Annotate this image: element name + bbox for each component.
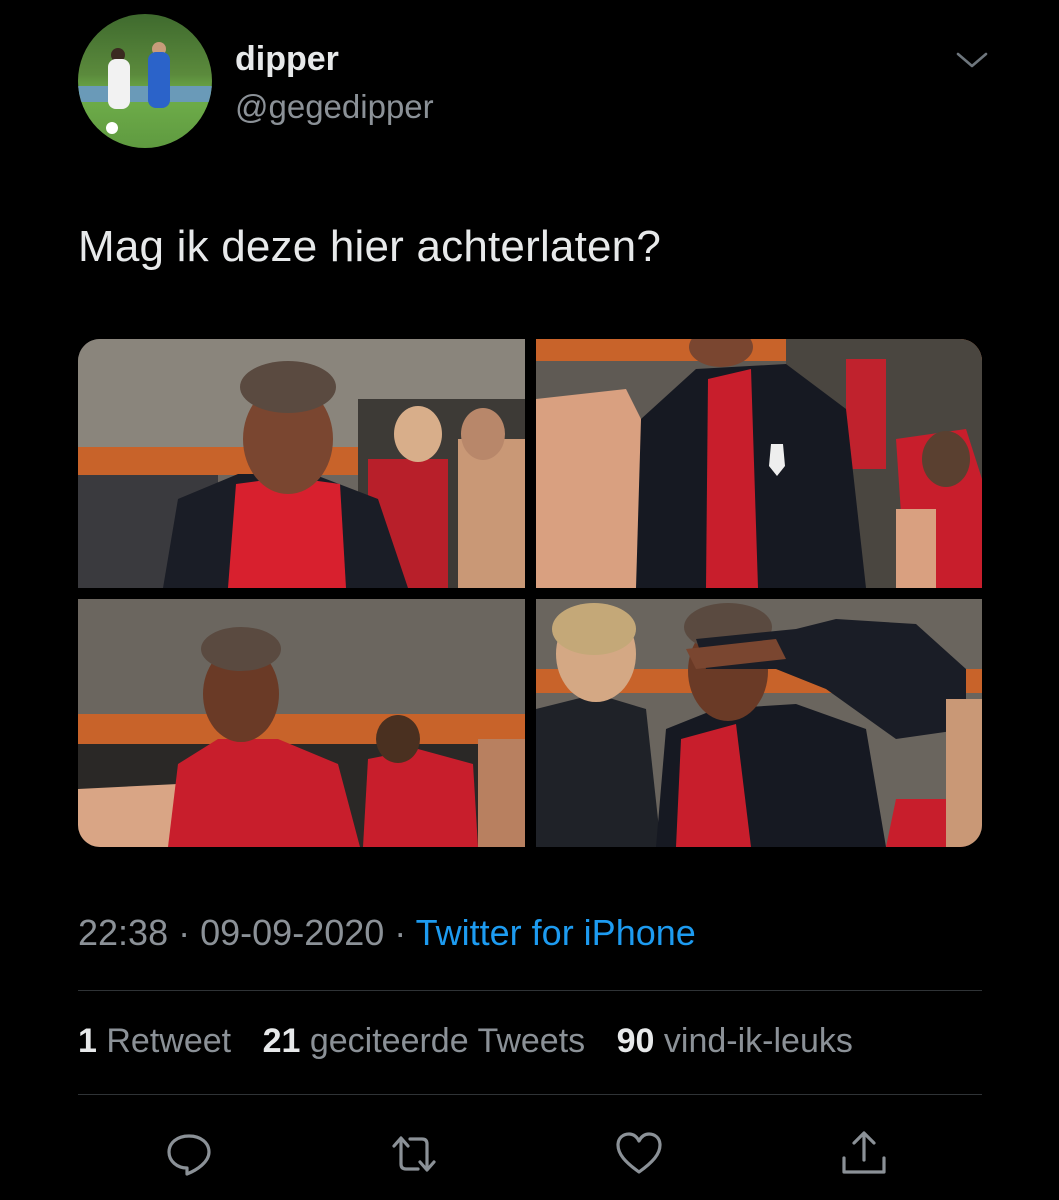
action-bar <box>0 1128 1059 1184</box>
meta-separator: · <box>394 912 407 953</box>
likes-label: vind-ik-leuks <box>663 1022 853 1060</box>
tweet-photo[interactable] <box>536 339 982 588</box>
share-icon[interactable] <box>838 1128 890 1180</box>
display-name[interactable]: dipper <box>235 40 339 79</box>
tweet-source-link[interactable]: Twitter for iPhone <box>416 912 696 953</box>
meta-separator: · <box>178 912 191 953</box>
likes-count: 90 <box>616 1022 655 1060</box>
tweet-date[interactable]: 09-09-2020 <box>200 912 384 953</box>
divider <box>78 990 982 991</box>
quotes-stat[interactable]: 21 geciteerde Tweets <box>263 1022 586 1060</box>
quotes-count: 21 <box>262 1022 301 1060</box>
heart-icon[interactable] <box>613 1128 665 1180</box>
retweets-count: 1 <box>78 1022 97 1060</box>
user-handle[interactable]: @gegedipper <box>235 88 434 126</box>
tweet-stats: 1 Retweet 21 geciteerde Tweets 90 vind-i… <box>78 1022 875 1061</box>
chevron-down-icon[interactable] <box>955 48 989 72</box>
divider <box>78 1094 982 1095</box>
avatar-ball <box>106 122 118 134</box>
likes-stat[interactable]: 90 vind-ik-leuks <box>617 1022 853 1060</box>
tweet-meta: 22:38 · 09-09-2020 · Twitter for iPhone <box>78 912 696 954</box>
retweets-stat[interactable]: 1 Retweet <box>78 1022 231 1060</box>
tweet-photo[interactable] <box>78 339 525 588</box>
media-grid <box>78 339 982 847</box>
avatar[interactable] <box>78 14 212 148</box>
quotes-label: geciteerde Tweets <box>309 1022 586 1060</box>
tweet-time[interactable]: 22:38 <box>78 912 168 953</box>
retweet-icon[interactable] <box>388 1128 440 1180</box>
tweet-text: Mag ik deze hier achterlaten? <box>78 222 662 271</box>
avatar-player-body <box>108 59 130 109</box>
avatar-banner <box>78 86 212 102</box>
tweet-photo[interactable] <box>536 599 982 847</box>
tweet-photo[interactable] <box>78 599 525 847</box>
retweets-label: Retweet <box>106 1022 232 1060</box>
avatar-player-body <box>148 52 170 108</box>
reply-icon[interactable] <box>163 1128 215 1180</box>
